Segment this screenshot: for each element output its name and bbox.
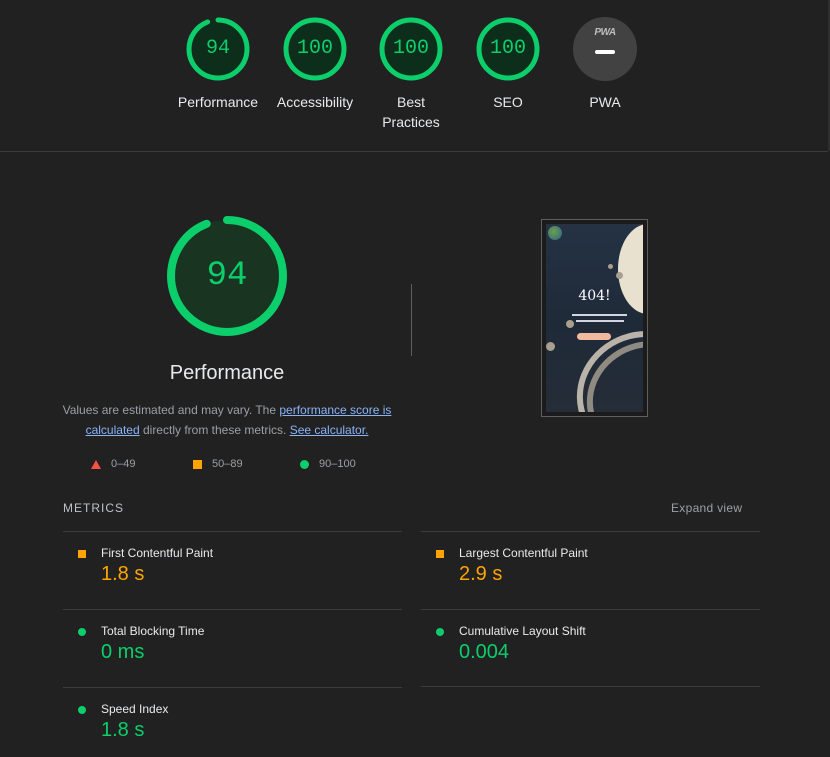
metric-name: Largest Contentful Paint xyxy=(459,546,588,560)
metric-name: Total Blocking Time xyxy=(101,624,205,638)
metric-divider xyxy=(421,686,760,687)
pwa-badge-icon: PWA xyxy=(573,17,637,81)
gauge-label: SEO xyxy=(493,94,523,110)
gauge-score: 100 xyxy=(489,37,526,60)
pwa-badge-text: PWA xyxy=(594,27,616,38)
performance-description: Values are estimated and may vary. The p… xyxy=(62,400,392,440)
category-summary-bar: 94 Performance 100 Accessibility 100 Bes… xyxy=(0,0,828,152)
legend-average: 50–89 xyxy=(193,457,243,471)
gauge-label: Best Practices xyxy=(361,92,461,132)
desc-text: directly from these metrics. xyxy=(139,423,290,437)
metric-divider xyxy=(63,531,402,532)
legend-fail: 0–49 xyxy=(91,457,135,471)
gauge-score: 100 xyxy=(392,37,429,60)
pass-circle-icon xyxy=(78,706,86,714)
screenshot-heading: 404! xyxy=(578,288,611,304)
gauge-ring: 100 xyxy=(283,17,347,81)
gauge-ring: 100 xyxy=(476,17,540,81)
performance-main-gauge: 94 xyxy=(165,214,289,338)
screenshot-button xyxy=(577,333,611,340)
gauge-seo[interactable]: 100 SEO xyxy=(458,17,558,112)
performance-score: 94 xyxy=(206,257,248,295)
expand-view-button[interactable]: Expand view xyxy=(671,501,742,515)
final-screenshot[interactable]: 404! xyxy=(541,219,648,417)
metric-divider xyxy=(421,531,760,532)
screenshot-text-line xyxy=(572,314,627,316)
circle-icon xyxy=(300,459,309,469)
metric-value: 2.9 s xyxy=(459,563,503,585)
metric-name: Cumulative Layout Shift xyxy=(459,624,586,638)
performance-title: Performance xyxy=(169,362,285,384)
gauge-pwa[interactable]: PWA PWA xyxy=(555,17,655,112)
legend-pass: 90–100 xyxy=(300,457,356,471)
pass-circle-icon xyxy=(436,628,444,636)
see-calculator-link[interactable]: See calculator. xyxy=(290,423,369,437)
metric-name: Speed Index xyxy=(101,702,169,716)
metric-value: 1.8 s xyxy=(101,563,145,585)
globe-icon xyxy=(548,226,562,240)
metric-divider xyxy=(63,687,402,688)
metric-value: 0 ms xyxy=(101,641,145,663)
gauge-label: Accessibility xyxy=(276,94,354,110)
gauge-ring: 100 xyxy=(379,17,443,81)
screenshot-text-line xyxy=(576,320,624,322)
gauge-performance[interactable]: 94 Performance xyxy=(168,17,268,112)
metric-value: 0.004 xyxy=(459,641,510,663)
metric-value: 1.8 s xyxy=(101,719,145,741)
pass-circle-icon xyxy=(78,628,86,636)
divider xyxy=(411,284,412,356)
screenshot-image: 404! xyxy=(546,224,643,412)
average-square-icon xyxy=(436,550,444,558)
gauge-label-line: Practices xyxy=(382,114,440,130)
legend-label: 90–100 xyxy=(319,458,356,470)
square-icon xyxy=(193,459,202,469)
gauge-accessibility[interactable]: 100 Accessibility xyxy=(265,17,365,112)
planet-icon xyxy=(566,320,574,328)
gauge-score: 94 xyxy=(205,37,230,60)
gauge-label: Performance xyxy=(177,94,259,110)
triangle-icon xyxy=(91,459,101,469)
gauge-label-line: Best xyxy=(396,94,425,110)
desc-text: Values are estimated and may vary. The xyxy=(62,403,280,417)
pwa-dash-icon xyxy=(595,50,615,54)
gauge-score: 100 xyxy=(296,37,333,60)
gauge-best-practices[interactable]: 100 Best Practices xyxy=(361,17,461,132)
average-square-icon xyxy=(78,550,86,558)
planet-icon xyxy=(546,342,555,351)
metric-name: First Contentful Paint xyxy=(101,546,214,560)
gauge-label: PWA xyxy=(589,94,621,110)
legend-label: 50–89 xyxy=(212,458,243,470)
legend-label: 0–49 xyxy=(111,458,136,470)
planet-icon xyxy=(616,272,623,279)
metrics-header: METRICS xyxy=(63,501,124,515)
metric-divider xyxy=(63,609,402,610)
metric-divider xyxy=(421,609,760,610)
planet-icon xyxy=(608,264,613,269)
gauge-ring: 94 xyxy=(186,17,250,81)
